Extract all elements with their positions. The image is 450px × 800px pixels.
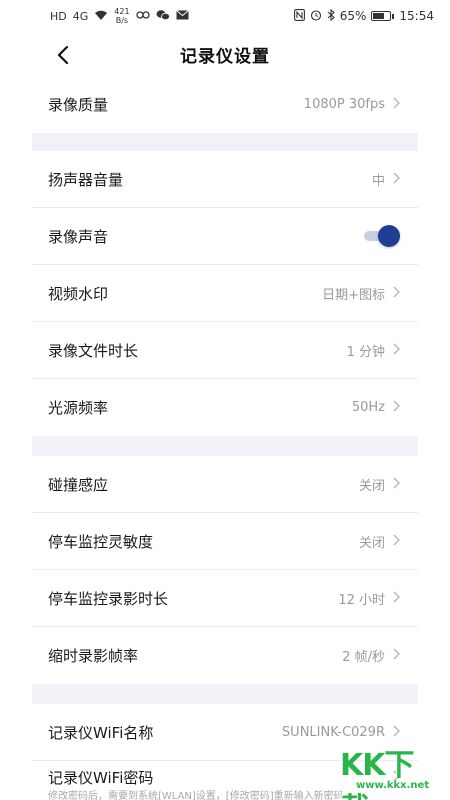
setting-label: 光源频率 — [48, 399, 109, 417]
settings-list: 录像质量 1080P 30fps 扬声器音量 中 录像声音 视频水印 日期+图标 — [32, 76, 418, 800]
setting-label: 缩时录影帧率 — [48, 647, 139, 665]
speed-value: 421 — [114, 7, 130, 16]
back-button[interactable] — [48, 40, 78, 70]
setting-speaker-volume[interactable]: 扬声器音量 中 — [32, 151, 418, 208]
setting-label: 录像文件时长 — [48, 341, 139, 360]
watermark-logo: KK下载 — [340, 748, 415, 800]
wechat-icon — [156, 9, 170, 23]
setting-value: 关闭 — [358, 478, 385, 494]
setting-value: 2 帧/秒 — [342, 650, 385, 665]
alarm-icon — [310, 9, 322, 23]
watermark-url: www.kkx.net — [356, 780, 430, 791]
setting-label: 记录仪WiFi名称 — [48, 723, 154, 742]
setting-parking-sensitivity[interactable]: 停车监控灵敏度 关闭 — [32, 513, 418, 570]
setting-label: 视频水印 — [48, 284, 109, 303]
setting-value: 1080P 30fps — [303, 97, 385, 112]
chevron-right-icon — [393, 534, 400, 549]
speed-unit: B/s — [115, 16, 129, 25]
setting-label: 录像声音 — [48, 227, 109, 246]
setting-light-frequency[interactable]: 光源频率 50Hz — [32, 379, 418, 436]
setting-value: 关闭 — [358, 535, 385, 551]
setting-label: 停车监控录影时长 — [48, 589, 169, 608]
bluetooth-icon — [327, 8, 335, 23]
setting-value: 50Hz — [351, 400, 385, 415]
setting-timelapse-framerate[interactable]: 缩时录影帧率 2 帧/秒 — [32, 627, 418, 684]
battery-icon — [371, 11, 395, 21]
status-left: HD 4G 421 B/s — [50, 7, 189, 25]
setting-label: 记录仪WiFi密码 — [48, 769, 154, 787]
status-right: 65% 15:54 — [293, 8, 434, 23]
toggle-knob — [378, 225, 400, 247]
site-watermark: KK下载 www.kkx.net — [332, 736, 442, 800]
clock: 15:54 — [399, 9, 434, 23]
app-notification-icon — [135, 9, 150, 23]
setting-label: 录像质量 — [48, 96, 109, 114]
status-bar: HD 4G 421 B/s 65% 15:54 — [0, 0, 450, 32]
setting-video-quality[interactable]: 录像质量 1080P 30fps — [32, 76, 418, 133]
setting-value: 日期+图标 — [322, 287, 385, 303]
signal-icon: 4G — [72, 9, 89, 23]
chevron-left-icon — [57, 46, 69, 64]
wifi-icon — [94, 10, 108, 23]
setting-value: 1 分钟 — [346, 344, 385, 360]
setting-label: 扬声器音量 — [48, 170, 124, 189]
setting-file-duration[interactable]: 录像文件时长 1 分钟 — [32, 322, 418, 379]
chevron-right-icon — [393, 400, 400, 415]
setting-video-watermark[interactable]: 视频水印 日期+图标 — [32, 265, 418, 322]
setting-label: 碰撞感应 — [48, 475, 109, 494]
setting-label: 停车监控灵敏度 — [48, 532, 154, 551]
network-speed: 421 B/s — [114, 7, 129, 25]
chevron-right-icon — [393, 648, 400, 663]
setting-value: 12 小时 — [338, 592, 385, 608]
chevron-right-icon — [393, 172, 400, 187]
chevron-right-icon — [393, 343, 400, 358]
record-audio-toggle[interactable] — [362, 225, 400, 247]
setting-collision-sensing[interactable]: 碰撞感应 关闭 — [32, 456, 418, 513]
mail-icon — [175, 10, 189, 22]
nav-bar: 记录仪设置 — [0, 32, 450, 76]
setting-value: 中 — [371, 173, 385, 189]
hd-icon: HD — [50, 9, 67, 23]
section-divider — [32, 684, 418, 704]
page-title: 记录仪设置 — [180, 46, 270, 67]
chevron-right-icon — [393, 286, 400, 301]
setting-record-audio: 录像声音 — [32, 208, 418, 265]
section-divider — [32, 436, 418, 456]
nfc-icon — [293, 9, 305, 23]
chevron-right-icon — [393, 477, 400, 492]
battery-percent: 65% — [339, 9, 367, 23]
section-divider — [32, 133, 418, 151]
setting-parking-duration[interactable]: 停车监控录影时长 12 小时 — [32, 570, 418, 627]
chevron-right-icon — [393, 97, 400, 112]
chevron-right-icon — [393, 591, 400, 606]
